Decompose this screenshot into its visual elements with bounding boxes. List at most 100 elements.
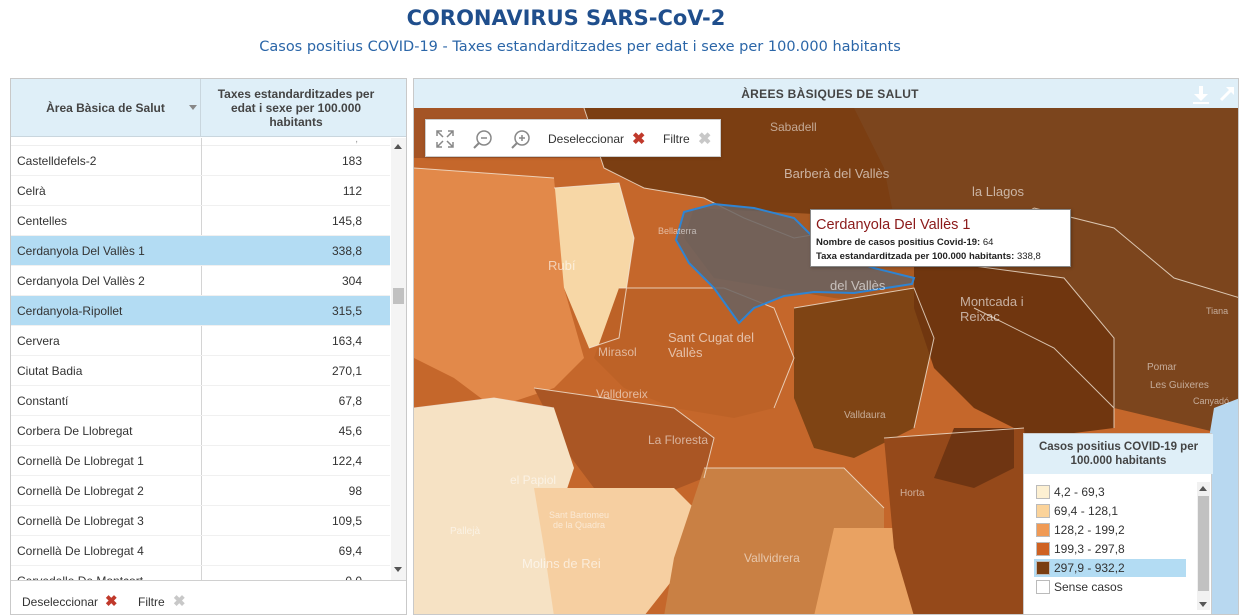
legend-item[interactable]: 297,9 - 932,2: [1034, 559, 1186, 577]
table-row[interactable]: Corbera De Llobregat 45,6: [11, 416, 390, 446]
map-label-canyado: Canyadó: [1193, 396, 1230, 406]
table-row[interactable]: Cornellà De Llobregat 3 109,5: [11, 506, 390, 536]
map-label-sant-cugat: Sant Cugat del Vallès: [668, 330, 755, 360]
table-footer: Deseleccionar ✖ Filtre ✖: [11, 580, 406, 614]
row-area-name: Cerdanyola Del Vallès 1: [17, 244, 145, 258]
map-label-sant-bartomeu: Sant Bartomeu de la Quadra: [548, 510, 610, 530]
deselect-close-icon[interactable]: ✖: [105, 592, 118, 610]
row-area-name: Celrà: [17, 184, 46, 198]
scrollbar-thumb[interactable]: [393, 288, 404, 304]
legend-title: Casos positius COVID-19 per 100.000 habi…: [1024, 434, 1213, 474]
column-header-rate[interactable]: Taxes estandarditzades per edat i sexe p…: [202, 79, 390, 137]
table-row[interactable]: Constantí 67,8: [11, 386, 390, 416]
sort-icon[interactable]: [189, 105, 197, 110]
map-canvas[interactable]: Barberà del Vallès la Llagos Bellaterra …: [414, 108, 1238, 614]
fullscreen-icon[interactable]: [434, 128, 456, 150]
legend-swatch: [1036, 542, 1050, 556]
table-row[interactable]: Cornellà De Llobregat 4 69,4: [11, 536, 390, 566]
map-tooltip: Cerdanyola Del Vallès 1 Nombre de casos …: [810, 209, 1071, 267]
map-label-molins: Molins de Rei: [522, 556, 601, 571]
legend-label: 4,2 - 69,3: [1054, 485, 1105, 499]
table-row[interactable]: Cerdanyola Del Vallès 1 338,8: [11, 236, 390, 266]
row-area-name: Cornellà De Llobregat 2: [17, 484, 144, 498]
download-icon[interactable]: [1190, 83, 1212, 105]
legend-item[interactable]: Sense casos: [1034, 578, 1186, 596]
legend-label: 199,3 - 297,8: [1054, 542, 1125, 556]
map-label-rubi: Rubí: [548, 258, 576, 273]
page-title: CORONAVIRUS SARS-CoV-2: [406, 6, 726, 30]
map-filter-close-icon[interactable]: ✖: [698, 129, 711, 149]
table-row[interactable]: Cervera 163,4: [11, 326, 390, 356]
zoom-out-icon[interactable]: [472, 128, 494, 150]
row-rate-value: 163,4: [331, 334, 362, 348]
tooltip-rate: Taxa estandarditzada per 100.000 habitan…: [816, 251, 1041, 262]
legend-swatch: [1036, 580, 1050, 594]
row-area-name: Centelles: [17, 214, 68, 228]
legend-item[interactable]: 69,4 - 128,1: [1034, 502, 1186, 520]
legend-scrollbar[interactable]: [1197, 482, 1210, 610]
row-area-name: Ciutat Badia: [17, 364, 83, 378]
legend-label: 128,2 - 199,2: [1054, 523, 1125, 537]
map-label-guixeres: Les Guixeres: [1150, 380, 1209, 391]
row-area-name: Cornellà De Llobregat 3: [17, 514, 144, 528]
row-rate-value: 304: [341, 274, 362, 288]
map-deselect-button[interactable]: Deseleccionar: [548, 132, 624, 146]
legend-scrollbar-thumb[interactable]: [1198, 496, 1209, 591]
map-label-montcada: Montcada i Reixac: [960, 294, 1024, 324]
map-toolbar: Deseleccionar ✖ Filtre ✖: [425, 119, 721, 157]
map-panel: ÀREES BÀSIQUES DE SALUT Barberà del Vall…: [413, 78, 1239, 615]
map-header: ÀREES BÀSIQUES DE SALUT: [414, 79, 1238, 108]
table-row[interactable]: Centelles 145,8: [11, 206, 390, 236]
map-title: ÀREES BÀSIQUES DE SALUT: [741, 87, 919, 101]
legend-scroll-down-icon[interactable]: [1199, 602, 1207, 607]
legend-scroll-up-icon[interactable]: [1199, 486, 1207, 491]
tooltip-cases-label: Nombre de casos positius Covid-19:: [816, 237, 981, 248]
map-label-valldaura: Valldaura: [844, 410, 886, 421]
filter-button[interactable]: Filtre: [138, 595, 165, 609]
legend-swatch: [1036, 523, 1050, 537]
map-label-mirasol: Mirasol: [598, 345, 637, 359]
legend-item[interactable]: 199,3 - 297,8: [1034, 540, 1186, 558]
legend-item[interactable]: 128,2 - 199,2: [1034, 521, 1186, 539]
table-row[interactable]: Cerdanyola Del Vallès 2 304: [11, 266, 390, 296]
table-row[interactable]: Celrà 112: [11, 176, 390, 206]
legend-swatch: [1036, 485, 1050, 499]
deselect-button[interactable]: Deseleccionar: [22, 595, 98, 609]
column-header-area[interactable]: Àrea Bàsica de Salut: [11, 79, 201, 137]
table-row[interactable]: Castelldefels-2 183: [11, 146, 390, 176]
scroll-down-icon[interactable]: [394, 567, 402, 572]
map-legend: Casos positius COVID-19 per 100.000 habi…: [1023, 433, 1213, 614]
map-filter-button[interactable]: Filtre: [663, 132, 690, 146]
map-label-horta: Horta: [900, 488, 925, 499]
row-area-name: Cornellà De Llobregat 4: [17, 544, 144, 558]
row-rate-value: 145,8: [331, 214, 362, 228]
table-row[interactable]: Ciutat Badia 270,1: [11, 356, 390, 386]
map-label-barbera: Barberà del Vallès: [784, 166, 890, 181]
map-label-palleja: Pallejà: [450, 526, 481, 537]
table-row[interactable]: Cervedelle De Montcort0,0: [11, 566, 390, 580]
legend-label: 69,4 - 128,1: [1054, 504, 1119, 518]
map-label-llagos: la Llagos: [972, 184, 1025, 199]
map-label-floresta: La Floresta: [648, 433, 709, 447]
row-area-name: Cervera: [17, 334, 60, 348]
table-row[interactable]: Cornellà De Llobregat 2 98: [11, 476, 390, 506]
expand-icon[interactable]: [1216, 83, 1238, 105]
scroll-up-icon[interactable]: [394, 144, 402, 149]
column-header-area-label: Àrea Bàsica de Salut: [46, 101, 165, 115]
map-label-papiol: el Papiol: [510, 473, 557, 487]
filter-close-icon[interactable]: ✖: [173, 592, 186, 610]
page-subtitle: Casos positius COVID-19 - Taxes estandar…: [259, 39, 901, 55]
table-scrollbar[interactable]: [391, 138, 406, 580]
row-rate-value: 67,8: [338, 394, 362, 408]
legend-item[interactable]: 4,2 - 69,3: [1034, 483, 1186, 501]
row-rate-value: 122,4: [331, 454, 362, 468]
table-row[interactable]: Cerdanyola-Ripollet 315,5: [11, 296, 390, 326]
legend-label: 297,9 - 932,2: [1054, 561, 1125, 575]
map-deselect-close-icon[interactable]: ✖: [632, 129, 645, 149]
zoom-in-icon[interactable]: [510, 128, 532, 150]
map-label-del-valles: del Vallès: [830, 278, 886, 293]
table-row[interactable]: Cornellà De Llobregat 1 122,4: [11, 446, 390, 476]
tooltip-title: Cerdanyola Del Vallès 1: [816, 217, 971, 233]
legend-swatch: [1036, 504, 1050, 518]
row-rate-value: 270,1: [331, 364, 362, 378]
